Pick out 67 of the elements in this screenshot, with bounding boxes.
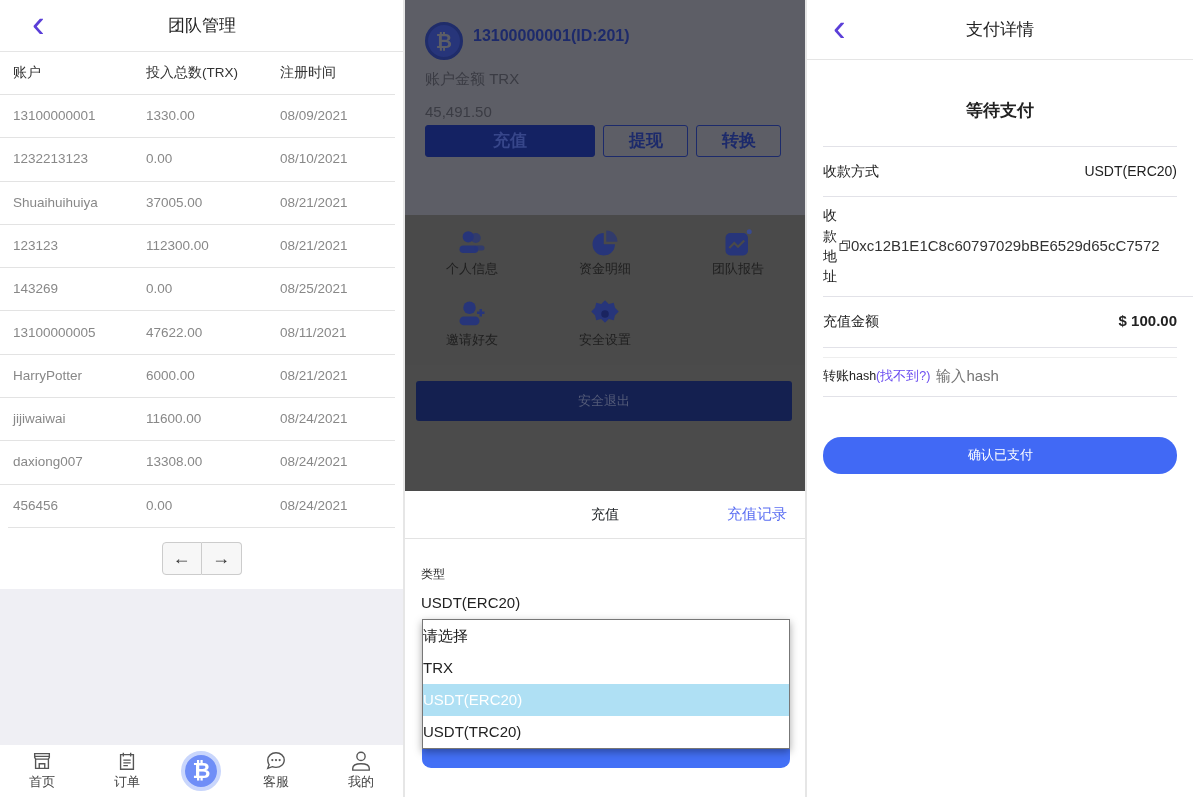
table-cell-text: HarryPotter — [13, 366, 84, 385]
table-cell-text: 08/09/2021 — [280, 107, 349, 125]
wallet-address: 0xc12B1E1C8c60797029bBE6529d65cC7572 — [851, 235, 1160, 256]
sheet-title: 充值 — [591, 505, 619, 524]
field-label: 收款地址 — [823, 206, 837, 287]
table-cell-text: 0.00 — [146, 280, 174, 299]
table-cell-text: 112300.00 — [146, 236, 210, 255]
table-cell-text: Shuaihuihuiya — [13, 193, 99, 212]
nav-tab[interactable]: 首页 — [12, 750, 73, 792]
dropdown-option[interactable]: TRX — [423, 652, 789, 684]
table-cell-text: 1232213123 — [13, 150, 90, 169]
table-cell-text: 13100000001 — [13, 107, 97, 125]
table-cell-text: 08/21/2021 — [280, 236, 349, 255]
field-label: 转账hash — [823, 368, 877, 386]
field-label: 类型 — [421, 566, 445, 583]
table-cell-text: 08/24/2021 — [280, 410, 349, 429]
select-field[interactable]: USDT(ERC20) — [421, 592, 789, 615]
dropdown-option[interactable]: 请选择 — [423, 620, 789, 652]
column-header: 账户 — [13, 63, 42, 82]
table-cell-text: 456456 — [13, 496, 60, 515]
table-cell-text: 0.00 — [146, 150, 174, 169]
table-cell-text: daxiong007 — [13, 453, 84, 472]
nav-tab[interactable]: 我的 — [330, 750, 391, 792]
field-label: 收款方式 — [823, 161, 879, 181]
table-cell-text: 123123 — [13, 236, 60, 255]
table-cell-text: 13308.00 — [146, 453, 204, 472]
next-page-button[interactable]: → — [201, 541, 242, 575]
table-cell-text: 143269 — [13, 280, 60, 299]
table-cell-text: 08/24/2021 — [280, 453, 349, 472]
line-chart-icon — [723, 228, 754, 258]
table-cell-text: 08/25/2021 — [280, 280, 349, 299]
table-cell-text: 08/24/2021 — [280, 496, 349, 515]
dropdown-option[interactable]: USDT(TRC20) — [423, 716, 789, 748]
confirm-button[interactable]: 确认已支付 — [823, 436, 1177, 474]
back-button[interactable]: ‹ — [827, 8, 852, 47]
logo-button[interactable]: ₿ — [181, 751, 222, 791]
payment-status: 等待支付 — [823, 60, 1177, 147]
column-header: 投入总数(TRX) — [146, 63, 239, 82]
table-cell-text: 11600.00 — [146, 410, 203, 429]
table-cell-text: 13100000005 — [13, 323, 97, 342]
table-cell-text: 0.00 — [146, 496, 174, 515]
nav-tab[interactable]: 客服 — [246, 750, 307, 792]
account-name: 13100000001(ID:201) — [473, 26, 630, 46]
field-label: 充值金额 — [823, 312, 879, 331]
history-link[interactable]: 充值记录 — [727, 503, 787, 526]
table-cell-text: 37005.00 — [146, 193, 204, 212]
amount-value: $ 100.00 — [1118, 311, 1177, 332]
table-cell-text: 08/21/2021 — [280, 366, 349, 385]
field-value: USDT(ERC20) — [1084, 161, 1177, 181]
avatar-logo: ₿ — [425, 22, 463, 60]
page-title: 团队管理 — [167, 14, 236, 37]
page-title: 支付详情 — [966, 18, 1034, 41]
column-header: 注册时间 — [280, 63, 337, 82]
table-cell-text: 47622.00 — [146, 323, 204, 342]
nav-tab[interactable]: 订单 — [96, 750, 157, 792]
table-cell-text: 08/21/2021 — [280, 193, 349, 212]
help-link[interactable]: (找不到?) — [876, 367, 931, 386]
table-cell-text: 08/10/2021 — [280, 150, 349, 169]
table-cell-text: jijiwaiwai — [13, 410, 67, 429]
table-cell-text: 6000.00 — [146, 366, 196, 385]
copy-icon — [839, 240, 851, 252]
previous-page-button[interactable]: ← — [161, 541, 202, 575]
back-button[interactable]: ‹ — [26, 4, 51, 43]
user-icon — [349, 750, 372, 773]
table-cell-text: 08/11/2021 — [280, 323, 348, 342]
table-cell-text: 1330.00 — [146, 107, 196, 125]
pie-chart-icon — [590, 228, 620, 258]
